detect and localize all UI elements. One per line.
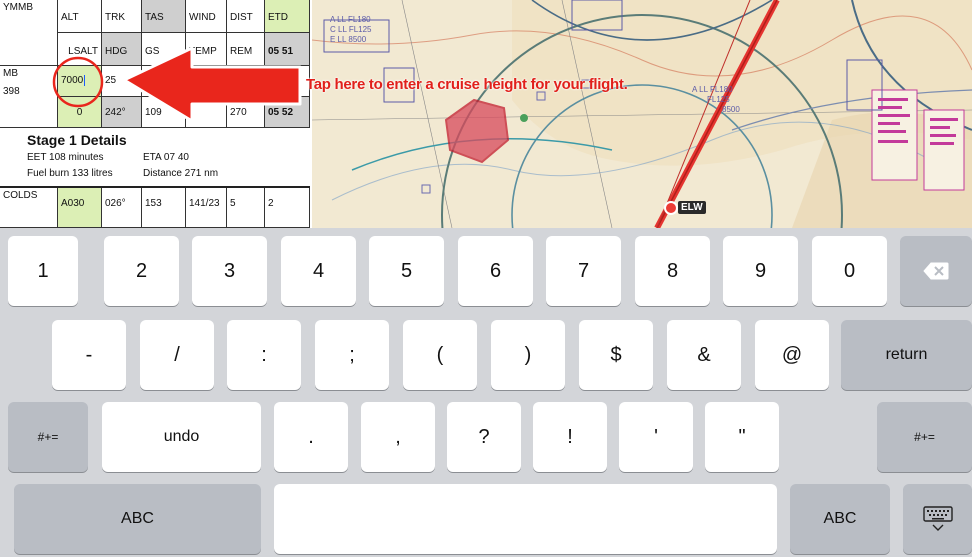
leg-tas (142, 66, 186, 97)
key-hyphen[interactable]: - (52, 320, 126, 390)
key-3[interactable]: 3 (192, 236, 267, 306)
map-label-fl125: C LL FL125 (330, 25, 372, 34)
map-label-8500: E LL 8500 (330, 35, 367, 44)
map-label-right-fl180: A LL FL180 (692, 85, 733, 94)
colds-dist: 5 (227, 188, 265, 228)
leg-wind (186, 66, 227, 97)
stage-eta: ETA 07 40 (143, 152, 189, 163)
abc-key-left[interactable]: ABC (14, 484, 261, 554)
leg-from-code: MB (3, 68, 18, 79)
chart-graphics: A LL FL180 C LL FL125 E LL 8500 A LL FL1… (312, 0, 972, 228)
key-at[interactable]: @ (755, 320, 829, 390)
colds-wind: 141/23 (186, 188, 227, 228)
key-period[interactable]: . (274, 402, 348, 472)
text-cursor (84, 75, 86, 86)
leg-trk: 25 (102, 66, 142, 97)
map-label-right-8500: 8500 (722, 105, 740, 114)
key-7[interactable]: 7 (546, 236, 621, 306)
aeronautical-chart[interactable]: A LL FL180 C LL FL125 E LL 8500 A LL FL1… (312, 0, 972, 228)
key-open-paren[interactable]: ( (403, 320, 477, 390)
key-exclamation[interactable]: ! (533, 402, 607, 472)
leg-elevation: 398 (3, 86, 20, 97)
backspace-icon (923, 262, 949, 280)
stage-fuel: Fuel burn 133 litres (27, 168, 113, 179)
col-dist: DIST (227, 0, 265, 33)
col-trk: TRK (102, 0, 142, 33)
colds-alt[interactable]: A030 (58, 188, 102, 228)
etd-time: 05 51 (265, 33, 310, 66)
key-ampersand[interactable]: & (667, 320, 741, 390)
top-area: YMMB ALT TRK TAS WIND DIST ETD LSALT HDG… (0, 0, 972, 228)
dismiss-keyboard-key[interactable] (903, 484, 972, 554)
navlog-table: YMMB ALT TRK TAS WIND DIST ETD LSALT HDG… (0, 0, 314, 228)
stage-title: Stage 1 Details (27, 132, 127, 148)
cruise-altitude-value: 7000 (61, 75, 84, 87)
key-comma[interactable]: , (361, 402, 435, 472)
key-semicolon[interactable]: ; (315, 320, 389, 390)
leg-gs: 109 (142, 97, 186, 128)
key-question[interactable]: ? (447, 402, 521, 472)
stage-distance: Distance 271 nm (143, 168, 219, 179)
leg-etd (265, 66, 310, 97)
col-etd: ETD (265, 0, 310, 33)
col-wind: WIND (186, 0, 227, 33)
key-9[interactable]: 9 (723, 236, 798, 306)
cruise-altitude-input[interactable]: 7000 (58, 66, 102, 97)
waypoint-colds: COLDS (0, 188, 58, 228)
stage-details: Stage 1 Details EET 108 minutes ETA 07 4… (0, 128, 310, 188)
col-hdg: HDG (102, 33, 142, 66)
key-1[interactable]: 1 (8, 236, 78, 306)
key-2[interactable]: 2 (104, 236, 179, 306)
col-rem: REM (227, 33, 265, 66)
backspace-key[interactable] (900, 236, 972, 306)
col-gs: GS (142, 33, 186, 66)
colds-etd: 2 (265, 188, 310, 228)
key-colon[interactable]: : (227, 320, 301, 390)
map-label-right-fl125: FL125 (707, 95, 730, 104)
return-key[interactable]: return (841, 320, 972, 390)
leg-time: 05 52 (265, 97, 310, 128)
col-temp: TEMP (186, 33, 227, 66)
colds-trk: 026° (102, 188, 142, 228)
col-lsalt: LSALT (58, 33, 102, 66)
leg-rem: 270 (227, 97, 265, 128)
key-close-paren[interactable]: ) (491, 320, 565, 390)
space-bar[interactable] (274, 484, 777, 554)
abc-key-right[interactable]: ABC (790, 484, 890, 554)
key-dollar[interactable]: $ (579, 320, 653, 390)
tutorial-callout: Tap here to enter a cruise height for yo… (306, 76, 628, 93)
leg-lsalt: 0 (58, 97, 102, 128)
numeric-keyboard: 1 2 3 4 5 6 7 8 9 0 - / : ; ( ) $ & @ re… (0, 228, 972, 557)
keyboard-dismiss-icon (922, 506, 953, 531)
key-8[interactable]: 8 (635, 236, 710, 306)
leg-from: MB 398 (0, 66, 58, 128)
more-symbols-key-right[interactable]: #+= (877, 402, 972, 472)
leg-temp (186, 97, 227, 128)
key-slash[interactable]: / (140, 320, 214, 390)
stage-eet: EET 108 minutes (27, 152, 104, 163)
colds-tas: 153 (142, 188, 186, 228)
leg-dist (227, 66, 265, 97)
key-5[interactable]: 5 (369, 236, 444, 306)
waypoint-ymmb: YMMB (0, 0, 58, 66)
map-label-fl180: A LL FL180 (330, 15, 371, 24)
key-4[interactable]: 4 (281, 236, 356, 306)
col-alt: ALT (58, 0, 102, 33)
key-apostrophe[interactable]: ' (619, 402, 693, 472)
key-6[interactable]: 6 (458, 236, 533, 306)
undo-key[interactable]: undo (102, 402, 261, 472)
more-symbols-key-left[interactable]: #+= (8, 402, 88, 472)
leg-hdg: 242° (102, 97, 142, 128)
col-tas: TAS (142, 0, 186, 33)
key-0[interactable]: 0 (812, 236, 887, 306)
key-quote[interactable]: " (705, 402, 779, 472)
elw-marker: ELW (678, 201, 706, 214)
